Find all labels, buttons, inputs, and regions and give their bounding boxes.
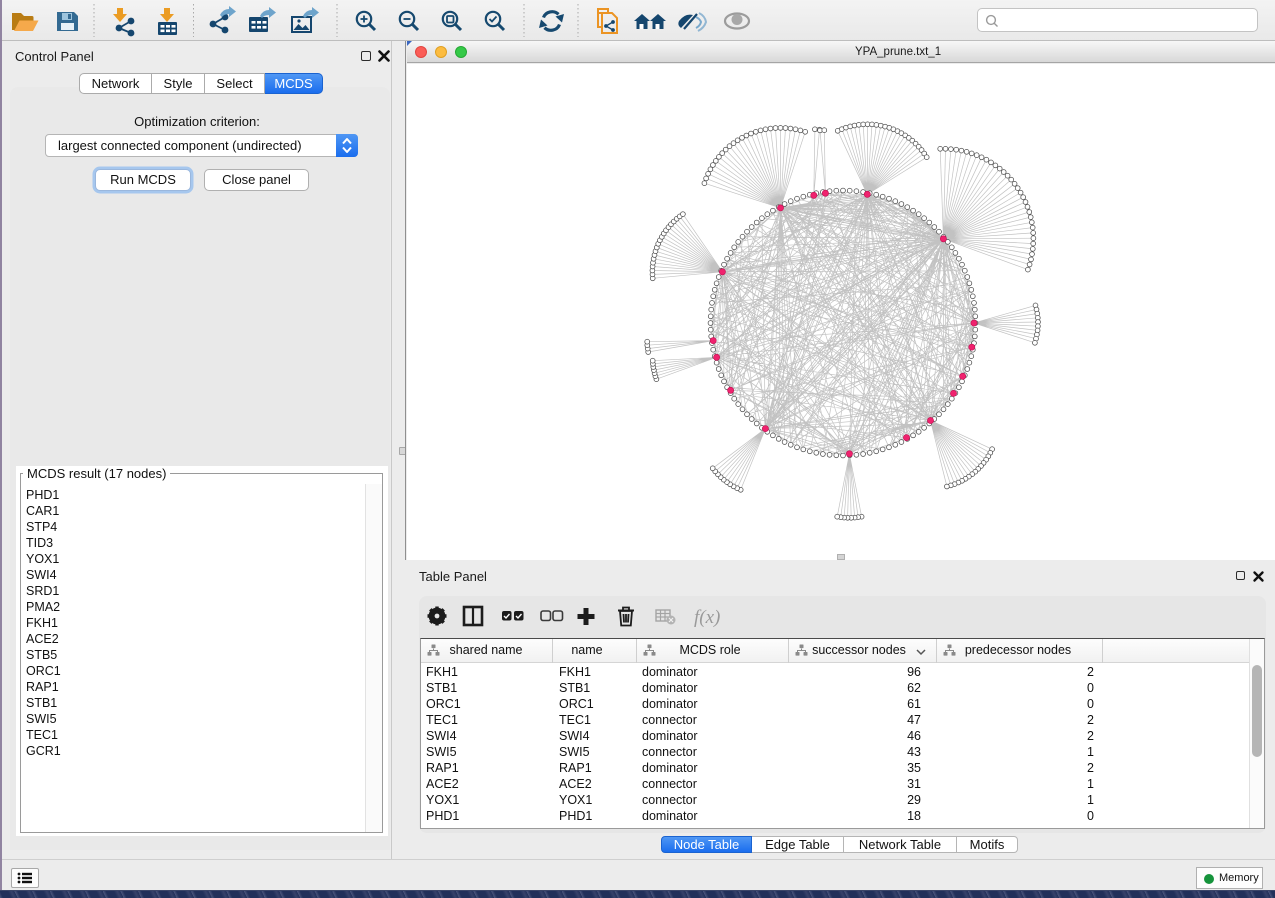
svg-text:f(x): f(x) [694,607,720,628]
